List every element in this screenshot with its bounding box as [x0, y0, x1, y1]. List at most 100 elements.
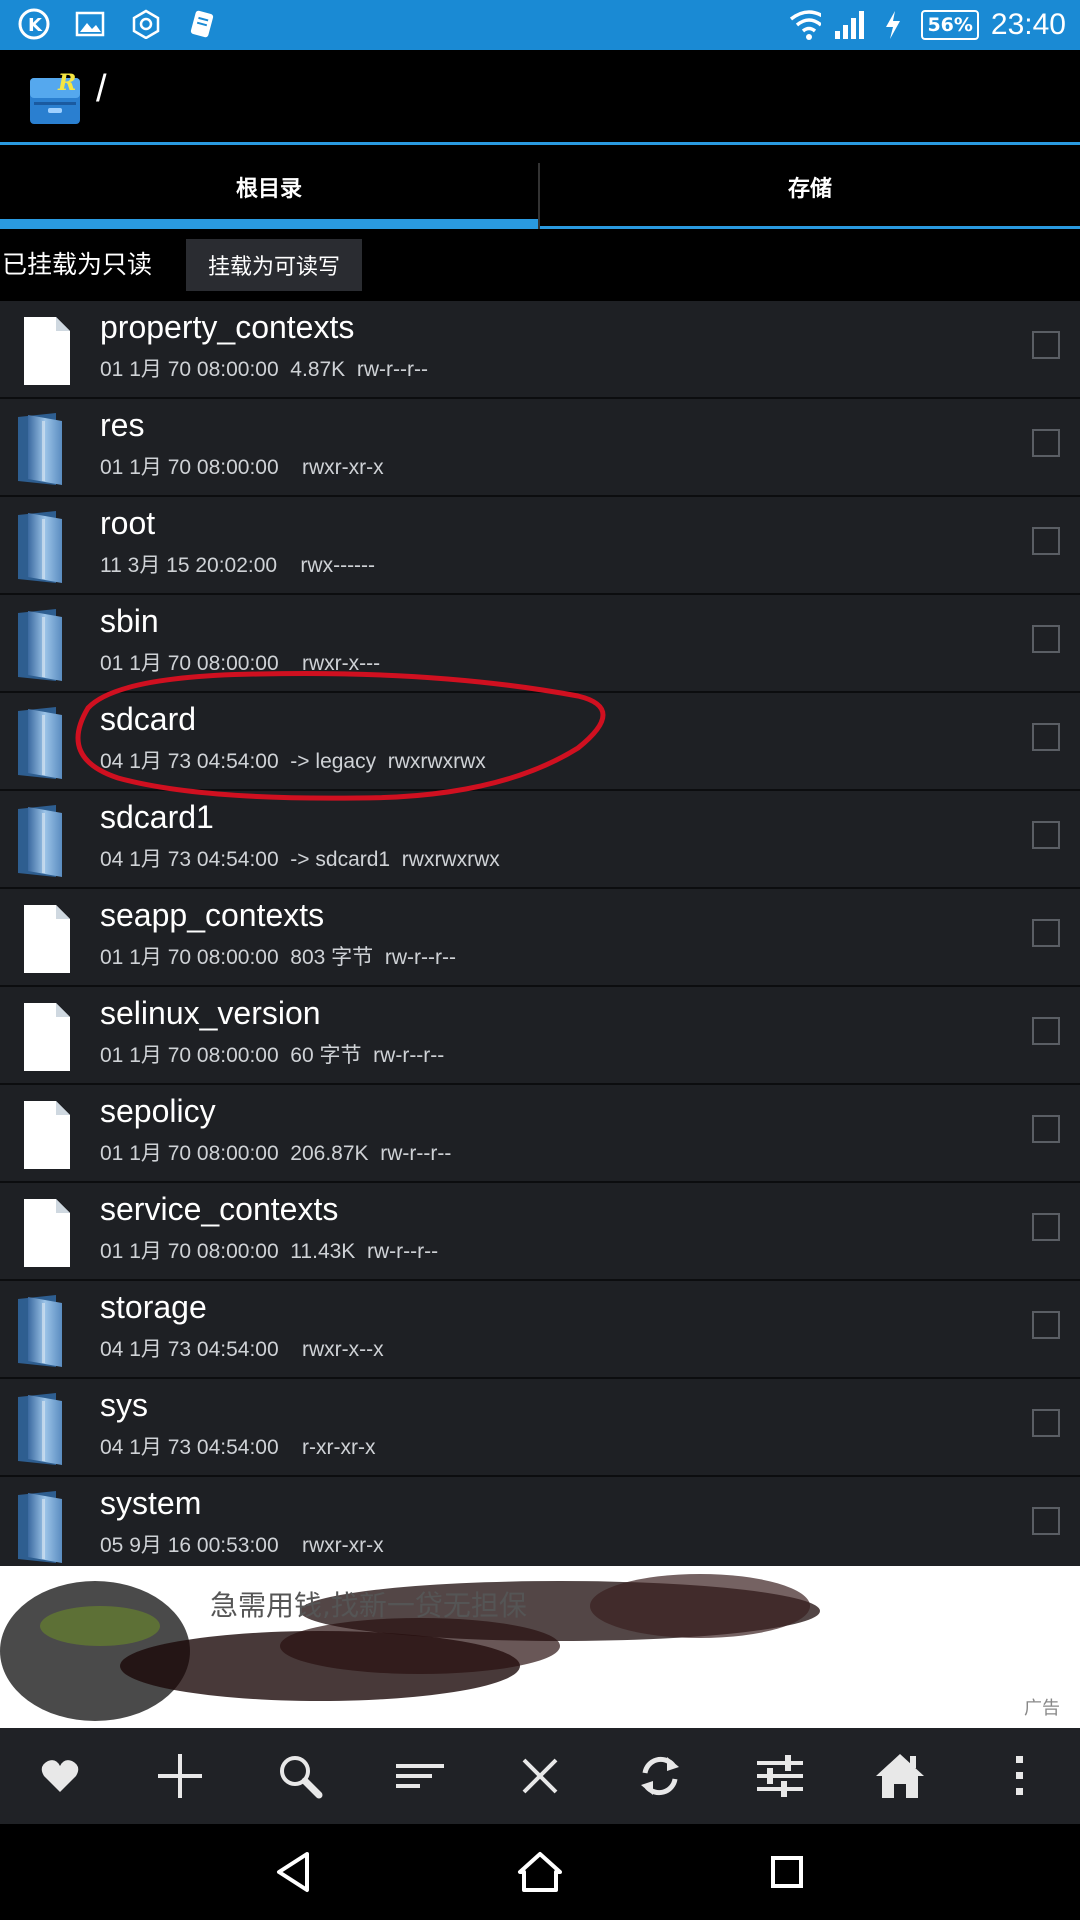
ad-banner[interactable]: 急需用钱,找新一贷无担保 广告 [0, 1566, 1080, 1728]
file-name: service_contexts [100, 1191, 339, 1227]
file-name: storage [100, 1289, 207, 1325]
back-icon[interactable] [263, 1842, 323, 1902]
signal-icon [833, 9, 865, 41]
svg-text:K: K [28, 15, 43, 36]
file-name: selinux_version [100, 995, 321, 1031]
row-checkbox[interactable] [1032, 1507, 1060, 1535]
bottom-toolbar [0, 1728, 1080, 1824]
ad-scribble [0, 1574, 820, 1721]
home-circle-icon[interactable] [510, 1842, 570, 1902]
mount-status-label: 已挂载为只读 [2, 250, 153, 279]
search-icon[interactable] [270, 1746, 330, 1806]
folder-icon [16, 411, 78, 487]
row-checkbox[interactable] [1032, 1311, 1060, 1339]
row-checkbox[interactable] [1032, 625, 1060, 653]
file-row-sys[interactable]: sys 04 1月 73 04:54:00 r-xr-xr-x [0, 1379, 1080, 1477]
file-row-root[interactable]: root 11 3月 15 20:02:00 rwx------ [0, 497, 1080, 595]
ad-label: 广告 [1024, 1698, 1060, 1719]
row-checkbox[interactable] [1032, 821, 1060, 849]
file-row-sdcard[interactable]: sdcard 04 1月 73 04:54:00 -> legacy rwxrw… [0, 693, 1080, 791]
file-row-res[interactable]: res 01 1月 70 08:00:00 rwxr-xr-x [0, 399, 1080, 497]
folder-icon [16, 803, 78, 879]
file-row-sbin[interactable]: sbin 01 1月 70 08:00:00 rwxr-x--- [0, 595, 1080, 693]
file-meta: 01 1月 70 08:00:00 4.87K rw-r--r-- [100, 358, 428, 381]
file-name: sdcard1 [100, 799, 214, 835]
row-checkbox[interactable] [1032, 1213, 1060, 1241]
file-meta: 01 1月 70 08:00:00 206.87K rw-r--r-- [100, 1142, 452, 1165]
tab-bar: 根目录 存储 [0, 145, 1080, 229]
folder-icon [16, 705, 78, 781]
plus-icon[interactable] [150, 1746, 210, 1806]
app-logo-icon[interactable]: R [28, 68, 84, 128]
file-name: sbin [100, 603, 159, 639]
heart-icon[interactable] [30, 1746, 90, 1806]
file-icon [16, 313, 78, 389]
file-icon [16, 1097, 78, 1173]
app-bar: R / [0, 50, 1080, 142]
file-meta: 05 9月 16 00:53:00 rwxr-xr-x [100, 1534, 384, 1557]
file-meta: 01 1月 70 08:00:00 rwxr-x--- [100, 652, 381, 675]
current-path: / [96, 68, 107, 110]
folder-icon [16, 1391, 78, 1467]
image-icon [74, 8, 106, 40]
file-name: seapp_contexts [100, 897, 325, 933]
file-meta: 11 3月 15 20:02:00 rwx------ [100, 554, 376, 577]
file-icon [16, 901, 78, 977]
file-icon [16, 1195, 78, 1271]
file-meta: 01 1月 70 08:00:00 rwxr-xr-x [100, 456, 384, 479]
row-checkbox[interactable] [1032, 919, 1060, 947]
mount-bar: 已挂载为只读 挂载为可读写 [0, 229, 1080, 301]
tab-selected-indicator [0, 219, 538, 229]
file-meta: 01 1月 70 08:00:00 11.43K rw-r--r-- [100, 1240, 439, 1263]
row-checkbox[interactable] [1032, 1017, 1060, 1045]
file-list[interactable]: property_contexts 01 1月 70 08:00:00 4.87… [0, 301, 1080, 1566]
row-checkbox[interactable] [1032, 527, 1060, 555]
file-row-property_contexts[interactable]: property_contexts 01 1月 70 08:00:00 4.87… [0, 301, 1080, 399]
folder-icon [16, 1489, 78, 1565]
file-row-sepolicy[interactable]: sepolicy 01 1月 70 08:00:00 206.87K rw-r-… [0, 1085, 1080, 1183]
app-k-icon: K [18, 8, 50, 40]
status-bar: K 56% 23:40 [0, 0, 1080, 50]
file-row-seapp_contexts[interactable]: seapp_contexts 01 1月 70 08:00:00 803 字节 … [0, 889, 1080, 987]
ad-text: 急需用钱,找新一贷无担保 [210, 1589, 527, 1622]
charging-icon [877, 9, 909, 41]
tab-storage[interactable]: 存储 [540, 145, 1080, 229]
file-row-service_contexts[interactable]: service_contexts 01 1月 70 08:00:00 11.43… [0, 1183, 1080, 1281]
more-icon[interactable] [990, 1746, 1050, 1806]
file-meta: 04 1月 73 04:54:00 -> sdcard1 rwxrwxrwx [100, 848, 500, 871]
row-checkbox[interactable] [1032, 1115, 1060, 1143]
close-icon[interactable] [510, 1746, 570, 1806]
folder-icon [16, 1293, 78, 1369]
notes-app-icon [186, 8, 218, 40]
recents-icon[interactable] [757, 1842, 817, 1902]
file-icon [16, 999, 78, 1075]
home-icon[interactable] [870, 1746, 930, 1806]
file-meta: 01 1月 70 08:00:00 60 字节 rw-r--r-- [100, 1044, 445, 1067]
file-meta: 01 1月 70 08:00:00 803 字节 rw-r--r-- [100, 946, 456, 969]
system-nav-bar [0, 1824, 1080, 1920]
file-row-selinux_version[interactable]: selinux_version 01 1月 70 08:00:00 60 字节 … [0, 987, 1080, 1085]
status-clock: 23:40 [990, 8, 1066, 41]
file-row-system[interactable]: system 05 9月 16 00:53:00 rwxr-xr-x [0, 1477, 1080, 1566]
refresh-icon[interactable] [630, 1746, 690, 1806]
file-name: property_contexts [100, 309, 355, 345]
file-meta: 04 1月 73 04:54:00 r-xr-xr-x [100, 1436, 376, 1459]
settings-hex-icon [130, 8, 162, 40]
row-checkbox[interactable] [1032, 429, 1060, 457]
file-name: root [100, 505, 156, 541]
file-meta: 04 1月 73 04:54:00 rwxr-x--x [100, 1338, 384, 1361]
file-name: res [100, 407, 145, 443]
tab-root[interactable]: 根目录 [0, 145, 538, 229]
mount-rw-button[interactable]: 挂载为可读写 [186, 239, 362, 291]
row-checkbox[interactable] [1032, 331, 1060, 359]
row-checkbox[interactable] [1032, 723, 1060, 751]
folder-icon [16, 607, 78, 683]
battery-indicator: 56% [921, 10, 979, 40]
row-checkbox[interactable] [1032, 1409, 1060, 1437]
sliders-icon[interactable] [750, 1746, 810, 1806]
file-row-storage[interactable]: storage 04 1月 73 04:54:00 rwxr-x--x [0, 1281, 1080, 1379]
folder-icon [16, 509, 78, 585]
file-row-sdcard1[interactable]: sdcard1 04 1月 73 04:54:00 -> sdcard1 rwx… [0, 791, 1080, 889]
file-name: sepolicy [100, 1093, 216, 1129]
sort-icon[interactable] [390, 1746, 450, 1806]
